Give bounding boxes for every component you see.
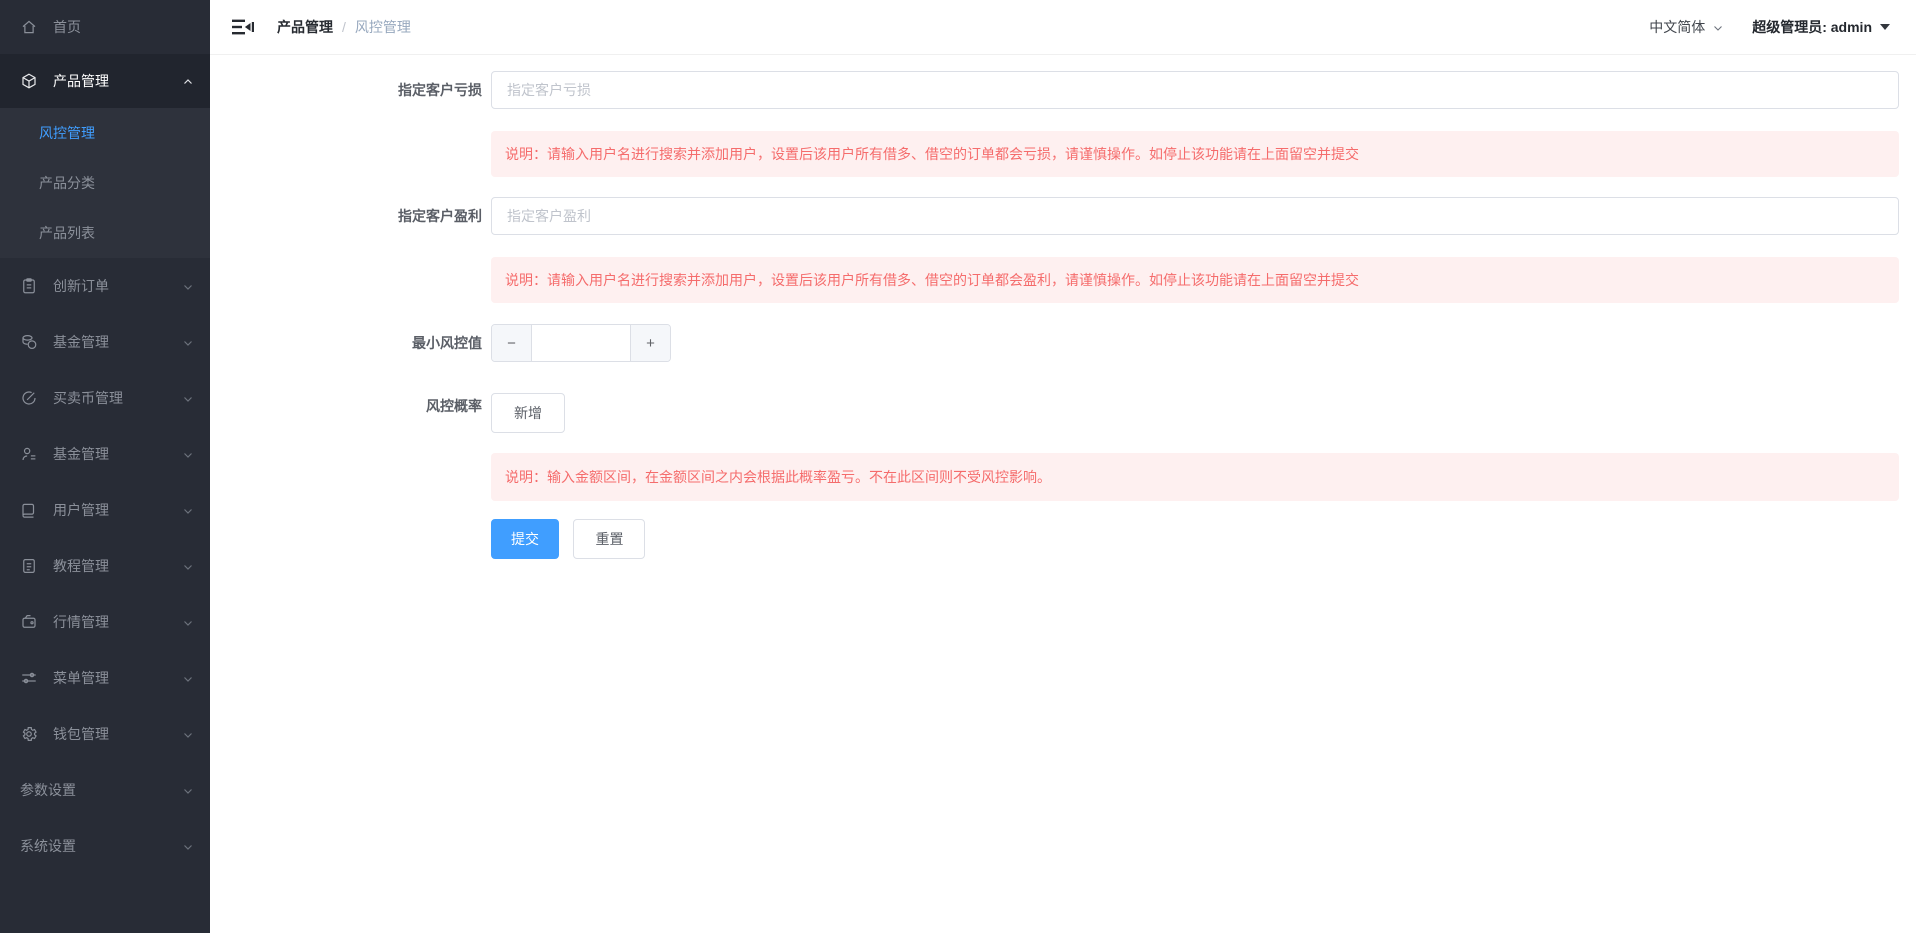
risk-probability-row: 风控概率 新增 — [210, 393, 1916, 433]
chevron-down-icon — [1712, 21, 1724, 33]
sidebar-item-label: 用户管理 — [53, 500, 182, 520]
sidebar-item-label: 系统设置 — [20, 836, 182, 856]
loss-user-row: 指定客户亏损 — [210, 71, 1916, 109]
profit-user-input[interactable] — [491, 197, 1899, 235]
sidebar-item-label: 行情管理 — [53, 612, 182, 632]
sidebar-item-label: 参数设置 — [20, 780, 182, 800]
probability-notice-row: 说明：输入金额区间，在金额区间之内会根据此概率盈亏。不在此区间则不受风控影响。 — [210, 453, 1916, 501]
user-icon — [20, 501, 38, 519]
sidebar-item-label: 教程管理 — [53, 556, 182, 576]
user-list-icon — [20, 445, 38, 463]
loss-user-input[interactable] — [491, 71, 1899, 109]
chevron-down-icon — [182, 504, 194, 516]
edit-circle-icon — [20, 389, 38, 407]
chevron-down-icon — [182, 560, 194, 572]
sidebar-item-fund-management[interactable]: 基金管理 — [0, 314, 210, 370]
sidebar-item-tutorial-management[interactable]: 教程管理 — [0, 538, 210, 594]
gear-icon — [20, 725, 38, 743]
loss-notice: 说明：请输入用户名进行搜索并添加用户，设置后该用户所有借多、借空的订单都会亏损，… — [491, 131, 1899, 177]
sidebar-item-label: 买卖币管理 — [53, 388, 182, 408]
actions-row: 提交 重置 — [210, 519, 1916, 559]
submenu-item-risk-control[interactable]: 风控管理 — [0, 108, 210, 158]
topbar: 产品管理 / 风控管理 中文简体 超级管理员: admin — [210, 0, 1916, 55]
home-icon — [20, 18, 38, 36]
cube-icon — [20, 72, 38, 90]
sidebar-item-product-management[interactable]: 产品管理 — [0, 54, 210, 108]
chevron-down-icon — [182, 672, 194, 684]
sidebar-item-label: 菜单管理 — [53, 668, 182, 688]
stepper-input[interactable] — [532, 325, 630, 361]
reset-button[interactable]: 重置 — [573, 519, 645, 559]
chevron-down-icon — [182, 840, 194, 852]
sidebar-item-market-management[interactable]: 行情管理 — [0, 594, 210, 650]
sidebar-item-parameter-settings[interactable]: 参数设置 — [0, 762, 210, 818]
chevron-down-icon — [182, 616, 194, 628]
topbar-right: 中文简体 超级管理员: admin — [1649, 17, 1890, 37]
chevron-up-icon — [182, 75, 194, 87]
chevron-down-icon — [182, 448, 194, 460]
risk-control-form: 指定客户亏损 说明：请输入用户名进行搜索并添加用户，设置后该用户所有借多、借空的… — [210, 56, 1916, 933]
breadcrumb-separator: / — [342, 19, 346, 35]
sidebar-item-label: 基金管理 — [53, 332, 182, 352]
chevron-down-icon — [182, 280, 194, 292]
submenu-product-management: 风控管理 产品分类 产品列表 — [0, 108, 210, 258]
stepper-decrease-button[interactable]: − — [492, 325, 532, 361]
sidebar-item-menu-management[interactable]: 菜单管理 — [0, 650, 210, 706]
profit-notice: 说明：请输入用户名进行搜索并添加用户，设置后该用户所有借多、借空的订单都会盈利，… — [491, 257, 1899, 303]
submenu-item-product-list[interactable]: 产品列表 — [0, 208, 210, 258]
breadcrumb-current: 风控管理 — [355, 17, 411, 37]
chevron-down-icon — [182, 784, 194, 796]
sidebar-item-label: 基金管理 — [53, 444, 182, 464]
profit-user-row: 指定客户盈利 — [210, 197, 1916, 235]
sidebar-item-system-settings[interactable]: 系统设置 — [0, 818, 210, 874]
risk-probability-label: 风控概率 — [210, 393, 482, 433]
min-risk-stepper: − + — [491, 324, 671, 362]
chevron-down-icon — [182, 392, 194, 404]
dropdown-caret-icon — [1880, 24, 1890, 30]
sidebar-item-innovation-orders[interactable]: 创新订单 — [0, 258, 210, 314]
min-risk-label: 最小风控值 — [210, 324, 482, 362]
add-button[interactable]: 新增 — [491, 393, 565, 433]
loss-user-label: 指定客户亏损 — [210, 71, 482, 109]
sidebar-item-label: 钱包管理 — [53, 724, 182, 744]
submenu-item-product-category[interactable]: 产品分类 — [0, 158, 210, 208]
sidebar-item-user-management[interactable]: 用户管理 — [0, 482, 210, 538]
probability-notice: 说明：输入金额区间，在金额区间之内会根据此概率盈亏。不在此区间则不受风控影响。 — [491, 453, 1899, 501]
clipboard-icon — [20, 277, 38, 295]
profit-notice-row: 说明：请输入用户名进行搜索并添加用户，设置后该用户所有借多、借空的订单都会盈利，… — [210, 257, 1916, 303]
sidebar-item-fund-management-2[interactable]: 基金管理 — [0, 426, 210, 482]
language-label: 中文简体 — [1649, 17, 1705, 37]
user-label: 超级管理员: admin — [1752, 17, 1872, 37]
chevron-down-icon — [182, 336, 194, 348]
sidebar-item-label: 创新订单 — [53, 276, 182, 296]
loss-notice-row: 说明：请输入用户名进行搜索并添加用户，设置后该用户所有借多、借空的订单都会亏损，… — [210, 131, 1916, 177]
sidebar-item-home[interactable]: 首页 — [0, 0, 210, 54]
wallet-icon — [20, 613, 38, 631]
sliders-icon — [20, 669, 38, 687]
coins-icon — [20, 333, 38, 351]
sidebar-item-label: 首页 — [53, 17, 194, 37]
min-risk-row: 最小风控值 − + — [210, 324, 1916, 362]
sidebar-group-product-management: 产品管理 风控管理 产品分类 产品列表 — [0, 54, 210, 258]
collapse-menu-icon[interactable] — [231, 16, 255, 38]
sidebar-item-coin-trading[interactable]: 买卖币管理 — [0, 370, 210, 426]
breadcrumb-parent[interactable]: 产品管理 — [277, 17, 333, 37]
sidebar-item-label: 产品管理 — [53, 71, 182, 91]
submit-button[interactable]: 提交 — [491, 519, 559, 559]
sidebar-item-wallet-management[interactable]: 钱包管理 — [0, 706, 210, 762]
stepper-increase-button[interactable]: + — [630, 325, 670, 361]
profit-user-label: 指定客户盈利 — [210, 197, 482, 235]
user-dropdown[interactable]: 超级管理员: admin — [1752, 17, 1890, 37]
breadcrumb: 产品管理 / 风控管理 — [277, 17, 411, 37]
chevron-down-icon — [182, 728, 194, 740]
language-selector[interactable]: 中文简体 — [1649, 17, 1724, 37]
document-icon — [20, 557, 38, 575]
sidebar: 首页 产品管理 风控管理 产品分类 产品列表 创新订单 — [0, 0, 210, 933]
